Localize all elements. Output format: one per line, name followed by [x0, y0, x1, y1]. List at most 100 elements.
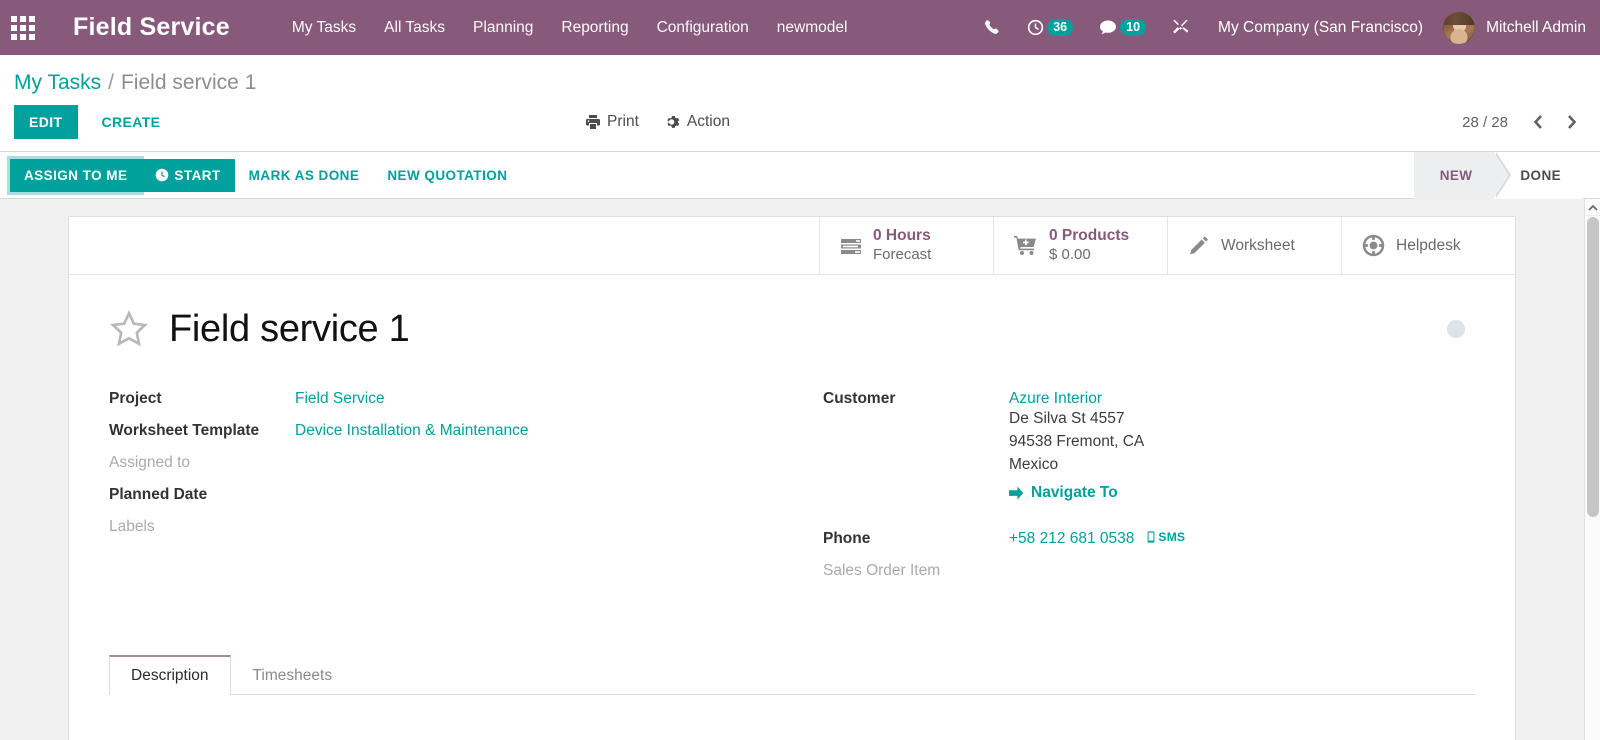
- smart-button-helpdesk[interactable]: Helpdesk: [1341, 217, 1515, 274]
- customer-country: Mexico: [1009, 455, 1059, 473]
- phone-button[interactable]: [971, 0, 1014, 55]
- field-project-value[interactable]: Field Service: [295, 390, 385, 407]
- record-title-row: Field service 1: [109, 309, 1475, 349]
- field-sales-order-item: Sales Order Item: [823, 561, 1475, 585]
- apps-menu-button[interactable]: [0, 0, 46, 55]
- start-button[interactable]: START: [141, 158, 235, 192]
- kanban-state-dot[interactable]: [1447, 320, 1465, 338]
- breadcrumb-parent-link[interactable]: My Tasks: [14, 71, 101, 95]
- menu-item-reporting[interactable]: Reporting: [561, 19, 628, 37]
- avatar: [1443, 11, 1476, 44]
- breadcrumb: My Tasks / Field service 1: [0, 55, 1600, 99]
- field-project: Project Field Service: [109, 389, 792, 413]
- clock-icon: [1027, 19, 1044, 36]
- smart-button-hours-value: 0 Hours: [873, 227, 931, 245]
- smart-button-box: 0 Hours Forecast 0 Products $ 0.00 Works…: [69, 217, 1515, 275]
- action-label: Action: [686, 113, 730, 130]
- breadcrumb-separator: /: [108, 71, 114, 94]
- start-button-label: START: [174, 167, 221, 183]
- smart-button-products-label: $ 0.00: [1049, 245, 1091, 263]
- smart-button-worksheet[interactable]: Worksheet: [1167, 217, 1341, 274]
- tab-description[interactable]: Description: [109, 654, 231, 695]
- pager-next-button[interactable]: [1557, 112, 1586, 132]
- edit-button[interactable]: EDIT: [14, 105, 78, 139]
- breadcrumb-current: Field service 1: [120, 71, 257, 94]
- scrollbar-thumb[interactable]: [1587, 217, 1599, 517]
- pager-count: 28 / 28: [1462, 113, 1508, 131]
- apps-grid-icon: [11, 15, 35, 40]
- navigate-to-label: Navigate To: [1031, 483, 1118, 501]
- phone-number-link[interactable]: +58 212 681 0538: [1009, 530, 1134, 548]
- field-worksheet-template-label: Worksheet Template: [109, 422, 260, 439]
- phone-icon: [984, 19, 1001, 36]
- navigate-to-button[interactable]: Navigate To: [1009, 484, 1118, 502]
- field-assigned-to: Assigned to: [109, 453, 792, 477]
- scrollbar-track-top: [1585, 199, 1600, 216]
- app-brand-title[interactable]: Field Service: [73, 13, 230, 42]
- field-labels-label: Labels: [109, 518, 155, 535]
- menu-item-my-tasks[interactable]: My Tasks: [292, 19, 356, 37]
- menu-item-all-tasks[interactable]: All Tasks: [384, 19, 445, 37]
- print-label: Print: [607, 113, 639, 130]
- menu-item-newmodel[interactable]: newmodel: [777, 19, 848, 37]
- field-worksheet-template-value[interactable]: Device Installation & Maintenance: [295, 422, 529, 439]
- customer-street: De Silva St 4557: [1009, 410, 1125, 427]
- control-panel-buttons: EDIT CREATE Print Action 28 / 28: [0, 99, 1600, 151]
- notebook-page-description[interactable]: [109, 694, 1475, 740]
- smart-button-products[interactable]: 0 Products $ 0.00: [993, 217, 1167, 274]
- user-menu[interactable]: Mitchell Admin: [1437, 11, 1586, 44]
- top-navbar: Field Service My Tasks All Tasks Plannin…: [0, 0, 1600, 55]
- sms-button[interactable]: SMS: [1147, 530, 1185, 544]
- smart-button-hours-forecast[interactable]: 0 Hours Forecast: [819, 217, 993, 274]
- tools-icon: [1172, 19, 1189, 36]
- control-panel: My Tasks / Field service 1 EDIT CREATE P…: [0, 55, 1600, 152]
- field-project-label: Project: [109, 390, 162, 407]
- pager-previous-button[interactable]: [1524, 112, 1553, 132]
- field-worksheet-template: Worksheet Template Device Installation &…: [109, 421, 792, 445]
- field-phone: Phone +58 212 681 0538 SMS: [823, 529, 1475, 553]
- customer-name-link[interactable]: Azure Interior: [1009, 390, 1102, 407]
- action-dropdown[interactable]: Action: [665, 113, 730, 131]
- gear-icon: [665, 114, 681, 130]
- bars-list-icon: [840, 236, 862, 256]
- create-button[interactable]: CREATE: [88, 105, 175, 139]
- control-panel-dropdowns: Print Action: [585, 113, 730, 131]
- form-column-right: Customer Azure Interior De Silva St 4557…: [792, 389, 1475, 593]
- new-quotation-button[interactable]: NEW QUOTATION: [373, 159, 521, 192]
- tools-button[interactable]: [1159, 0, 1202, 55]
- smart-button-worksheet-label: Worksheet: [1221, 236, 1295, 254]
- form-view-background: 0 Hours Forecast 0 Products $ 0.00 Works…: [0, 199, 1584, 740]
- tab-timesheets[interactable]: Timesheets: [231, 655, 355, 695]
- vertical-scrollbar[interactable]: [1584, 199, 1600, 740]
- smart-button-products-value: 0 Products: [1049, 227, 1130, 245]
- customer-city-line: 94538 Fremont, CA: [1009, 432, 1145, 450]
- field-sales-order-item-label: Sales Order Item: [823, 561, 941, 579]
- pencil-icon: [1188, 235, 1210, 256]
- print-dropdown[interactable]: Print: [585, 113, 639, 131]
- menu-item-planning[interactable]: Planning: [473, 19, 533, 37]
- messages-button[interactable]: 10: [1086, 0, 1159, 55]
- stage-new[interactable]: NEW: [1413, 151, 1512, 199]
- customer-details: Azure Interior De Silva St 4557 94538 Fr…: [1009, 389, 1144, 505]
- field-customer-label: Customer: [823, 390, 896, 407]
- smart-button-hours-label: Forecast: [873, 245, 932, 263]
- field-labels: Labels: [109, 517, 792, 541]
- menu-item-configuration[interactable]: Configuration: [657, 19, 749, 37]
- notebook: Description Timesheets: [109, 654, 1475, 740]
- company-selector[interactable]: My Company (San Francisco): [1202, 19, 1437, 37]
- field-assigned-to-label: Assigned to: [109, 454, 190, 471]
- form-fields: Project Field Service Worksheet Template…: [109, 389, 1475, 593]
- assign-to-me-button[interactable]: ASSIGN TO ME: [10, 158, 142, 192]
- arrow-right-icon: [1009, 486, 1024, 500]
- notebook-tab-bar: Description Timesheets: [109, 654, 1475, 695]
- field-planned-date-label: Planned Date: [109, 486, 208, 503]
- activities-button[interactable]: 36: [1014, 0, 1086, 55]
- statusbar: ASSIGN TO ME START MARK AS DONE NEW QUOT…: [0, 151, 1600, 199]
- star-outline-icon[interactable]: [109, 309, 149, 349]
- lifebuoy-icon: [1362, 234, 1385, 257]
- sms-label: SMS: [1158, 529, 1186, 544]
- smart-button-helpdesk-label: Helpdesk: [1396, 236, 1461, 254]
- mark-as-done-button[interactable]: MARK AS DONE: [235, 159, 374, 192]
- chevron-right-icon: [1566, 114, 1577, 130]
- field-phone-label: Phone: [823, 529, 871, 547]
